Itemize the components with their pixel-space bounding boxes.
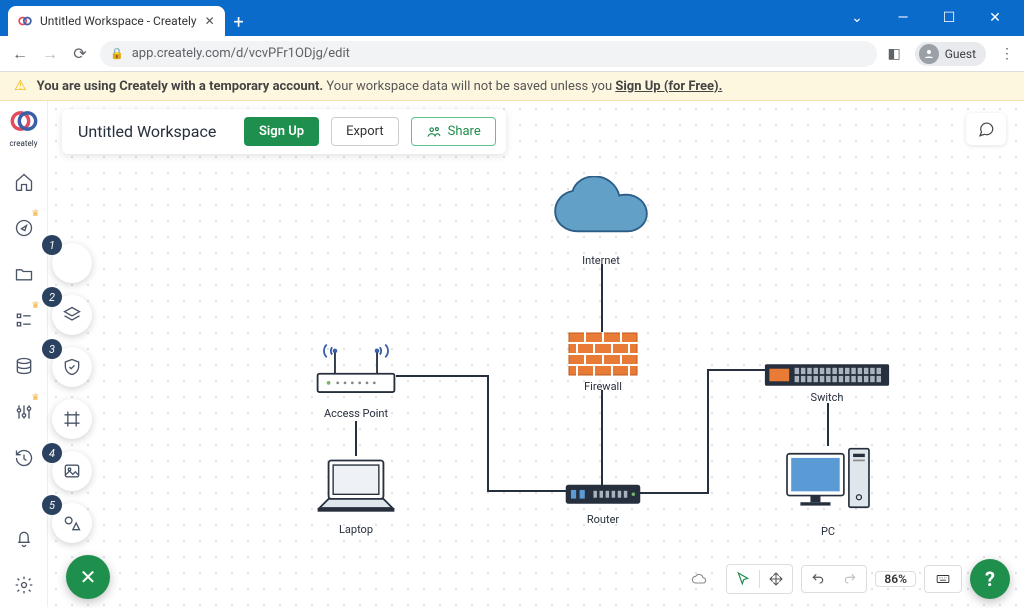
temp-account-banner: ⚠ You are using Creately with a temporar…: [0, 72, 1024, 101]
crown-icon: ♛: [31, 301, 39, 311]
help-button[interactable]: ?: [970, 559, 1010, 599]
firewall-icon: [568, 332, 638, 376]
crown-icon: ♛: [31, 393, 39, 403]
data-icon[interactable]: [12, 354, 36, 378]
window-minimize-icon[interactable]: ―: [886, 10, 920, 26]
router-icon: [564, 483, 642, 509]
left-rail: creately ♛ ♛ ♛: [0, 101, 48, 607]
crown-icon: ♛: [31, 209, 39, 219]
keyboard-shortcuts-button[interactable]: [925, 566, 961, 592]
cloud-icon: [546, 176, 656, 250]
window-close-icon[interactable]: ✕: [978, 10, 1012, 26]
node-router[interactable]: Router: [564, 483, 642, 526]
window-maximize-icon[interactable]: ☐: [932, 10, 966, 26]
new-tab-button[interactable]: +: [225, 8, 253, 36]
nav-reload-button[interactable]: ⟳: [70, 44, 90, 63]
image-icon: [62, 461, 82, 481]
laptop-icon: [310, 455, 402, 519]
sliders-icon[interactable]: ♛: [12, 400, 36, 424]
workspace-bar: Untitled Workspace Sign Up Export Share: [62, 109, 506, 154]
cursor-tool-button[interactable]: [727, 565, 759, 593]
tool-layers[interactable]: 2: [52, 295, 92, 335]
redo-button[interactable]: [834, 566, 866, 592]
tab-title: Untitled Workspace - Creately: [40, 14, 197, 28]
favicon-icon: [18, 14, 32, 28]
history-icon[interactable]: [12, 446, 36, 470]
nav-forward-button[interactable]: →: [40, 44, 60, 64]
creately-logo[interactable]: [10, 107, 38, 135]
home-icon[interactable]: [12, 170, 36, 194]
list-icon[interactable]: ♛: [12, 308, 36, 332]
close-panel-button[interactable]: ✕: [66, 555, 110, 599]
warning-icon: ⚠: [14, 78, 27, 94]
folder-icon[interactable]: [12, 262, 36, 286]
shield-icon: [62, 357, 82, 377]
url-bar[interactable]: 🔒 app.creately.com/d/vcvPFr1ODjg/edit: [100, 41, 877, 67]
export-button[interactable]: Export: [331, 117, 399, 146]
people-icon: [426, 125, 442, 139]
canvas[interactable]: Untitled Workspace Sign Up Export Share …: [48, 101, 1024, 607]
layers-icon: [62, 305, 82, 325]
pc-icon: [782, 445, 874, 521]
settings-icon[interactable]: [12, 573, 36, 597]
notifications-icon[interactable]: [12, 527, 36, 551]
lock-icon: 🔒: [110, 47, 124, 60]
tool-shapes[interactable]: 5: [52, 503, 92, 543]
pan-tool-button[interactable]: [760, 565, 792, 593]
shapes-icon: [62, 513, 82, 533]
close-tab-icon[interactable]: ✕: [205, 14, 215, 28]
tool-frame[interactable]: [52, 399, 92, 439]
kebab-menu-icon[interactable]: ⋮: [1000, 46, 1014, 62]
frame-icon: [62, 409, 82, 429]
guest-profile-chip[interactable]: Guest: [915, 42, 986, 66]
share-button[interactable]: Share: [411, 117, 496, 146]
tool-image[interactable]: 4: [52, 451, 92, 491]
workspace-title[interactable]: Untitled Workspace: [72, 122, 232, 141]
signup-button[interactable]: Sign Up: [244, 117, 319, 146]
switch-icon: [764, 363, 890, 387]
node-switch[interactable]: Switch: [764, 363, 890, 404]
cloud-sync-icon[interactable]: [680, 565, 718, 593]
panel-icon[interactable]: ◧: [887, 46, 900, 62]
comment-button[interactable]: [966, 113, 1006, 145]
node-pc[interactable]: PC: [782, 445, 874, 538]
url-text: app.creately.com/d/vcvPFr1ODjg/edit: [132, 46, 350, 61]
zoom-level[interactable]: 86%: [876, 572, 915, 586]
nav-back-button[interactable]: ←: [10, 44, 30, 64]
node-internet[interactable]: Internet: [546, 176, 656, 267]
node-access-point[interactable]: Access Point: [310, 339, 402, 420]
tool-security[interactable]: 3: [52, 347, 92, 387]
signup-link[interactable]: Sign Up (for Free).: [615, 79, 722, 94]
browser-tab[interactable]: Untitled Workspace - Creately ✕: [8, 6, 225, 36]
explore-icon[interactable]: ♛: [12, 216, 36, 240]
undo-button[interactable]: [802, 566, 834, 592]
tool-layers[interactable]: 1 x: [52, 243, 92, 283]
node-laptop[interactable]: Laptop: [310, 455, 402, 536]
access-point-icon: [310, 339, 402, 403]
avatar-icon: [919, 44, 939, 64]
node-firewall[interactable]: Firewall: [568, 332, 638, 393]
chevron-down-icon[interactable]: ⌄: [840, 10, 874, 26]
